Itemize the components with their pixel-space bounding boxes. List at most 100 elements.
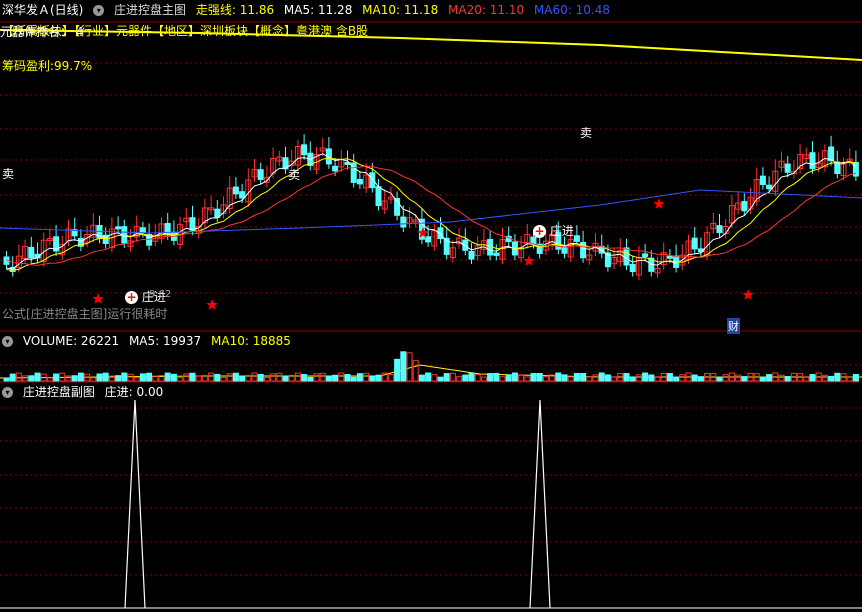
volume-bar xyxy=(635,374,642,382)
sub-indicator-name[interactable]: 庄进控盘副图 xyxy=(23,385,95,399)
volume-bar xyxy=(276,372,283,382)
volume-bar xyxy=(369,375,376,382)
volume-ma10: MA10: 18885 xyxy=(211,334,291,348)
volume-bar xyxy=(604,374,611,382)
candle-body xyxy=(139,227,146,234)
volume-bar xyxy=(214,373,221,382)
volume-bar xyxy=(623,373,630,382)
volume-bar xyxy=(766,374,773,382)
volume-bar xyxy=(493,372,500,382)
volume-bar xyxy=(71,375,78,382)
indicator-menu-icon[interactable]: ▾ xyxy=(93,5,105,16)
volume-bar xyxy=(456,376,463,382)
volume-value: VOLUME: 26221 xyxy=(22,334,120,348)
volume-bar xyxy=(189,372,196,382)
signal-star xyxy=(206,299,218,310)
volume-bar xyxy=(164,372,171,382)
volume-bar xyxy=(102,372,109,382)
ma-line xyxy=(6,165,857,266)
candle-body xyxy=(691,237,698,250)
signal-star xyxy=(523,255,535,266)
volume-bar xyxy=(759,376,766,382)
volume-bar xyxy=(449,372,456,382)
volume-bar xyxy=(834,372,841,382)
line-ma60: MA60: 10.48 xyxy=(533,3,610,17)
enter-signal: + 庄进 xyxy=(533,222,574,239)
volume-bar xyxy=(195,375,202,382)
candle-body xyxy=(239,191,246,199)
volume-bar xyxy=(77,372,84,382)
volume-bar xyxy=(666,373,673,382)
candle-body xyxy=(623,247,630,266)
volume-bar xyxy=(741,376,748,382)
volume-bar xyxy=(121,372,128,382)
volume-bar xyxy=(115,375,122,382)
volume-bar xyxy=(778,374,785,382)
main-chart-header: 深华发Ａ(日线) ▾ 庄进控盘主图 走强线: 11.86 MA5: 11.28 … xyxy=(2,2,616,18)
candle-body xyxy=(493,252,500,256)
volume-bar xyxy=(598,372,605,382)
volume-bar xyxy=(784,376,791,382)
volume-bar xyxy=(325,375,332,382)
sell-signal-label: 卖 xyxy=(580,126,593,140)
volume-bar xyxy=(828,375,835,382)
volume-bar xyxy=(505,374,512,382)
volume-bar xyxy=(561,374,568,382)
volume-bar xyxy=(394,358,401,382)
volume-bar xyxy=(425,372,432,382)
volume-bar xyxy=(251,372,258,382)
volume-bar xyxy=(592,374,599,382)
volume-bar xyxy=(431,374,438,382)
volume-bar xyxy=(96,373,103,382)
volume-bar xyxy=(673,376,680,382)
volume-bar xyxy=(567,376,574,382)
volume-bar xyxy=(127,373,134,382)
volume-bar xyxy=(65,375,72,382)
volume-bar xyxy=(263,376,270,382)
volume-bar xyxy=(356,373,363,382)
volume-bar xyxy=(524,376,531,382)
volume-bar xyxy=(363,372,370,382)
volume-bar xyxy=(691,374,698,382)
sub-indicator-peaks xyxy=(0,399,862,609)
line-ma10: MA10: 11.18 xyxy=(362,3,439,17)
volume-bar xyxy=(536,372,543,382)
candle-body xyxy=(189,217,196,231)
volume-bar xyxy=(697,376,704,382)
volume-bar xyxy=(642,372,649,382)
volume-bar xyxy=(716,376,723,382)
volume-bar xyxy=(170,373,177,382)
volume-bar xyxy=(307,376,314,382)
volume-bar xyxy=(580,372,587,382)
volume-bar xyxy=(239,375,246,382)
candlestick-series xyxy=(3,134,859,280)
volume-bar xyxy=(474,374,481,382)
volume-bar xyxy=(809,374,816,382)
finance-badge[interactable]: 财 xyxy=(727,318,740,334)
volume-bar xyxy=(139,373,146,382)
volume-menu-icon[interactable]: ▾ xyxy=(2,336,13,347)
volume-bar xyxy=(555,372,562,382)
candle-body xyxy=(642,253,649,257)
volume-bar xyxy=(499,376,506,382)
volume-bar xyxy=(468,372,475,382)
volume-bar xyxy=(133,377,140,382)
stock-title[interactable]: 深华发Ａ(日线) xyxy=(2,3,83,17)
volume-bar xyxy=(294,372,301,382)
candle-body xyxy=(629,263,636,273)
volume-bar xyxy=(573,373,580,382)
volume-bar xyxy=(22,375,29,382)
sub-indicator-value: 庄进: 0.00 xyxy=(104,385,164,399)
volume-bar xyxy=(90,377,97,382)
candle-body xyxy=(400,216,407,228)
indicator-name[interactable]: 庄进控盘主图 xyxy=(114,3,186,17)
volume-bar xyxy=(313,373,320,382)
volume-bar xyxy=(344,374,351,382)
candle-body xyxy=(741,201,748,212)
candle-body xyxy=(716,225,723,234)
volume-bar xyxy=(15,372,22,382)
candle-body xyxy=(561,247,568,254)
volume-bar xyxy=(437,376,444,382)
sub-menu-icon[interactable]: ▾ xyxy=(2,387,13,398)
volume-bar xyxy=(387,374,394,382)
